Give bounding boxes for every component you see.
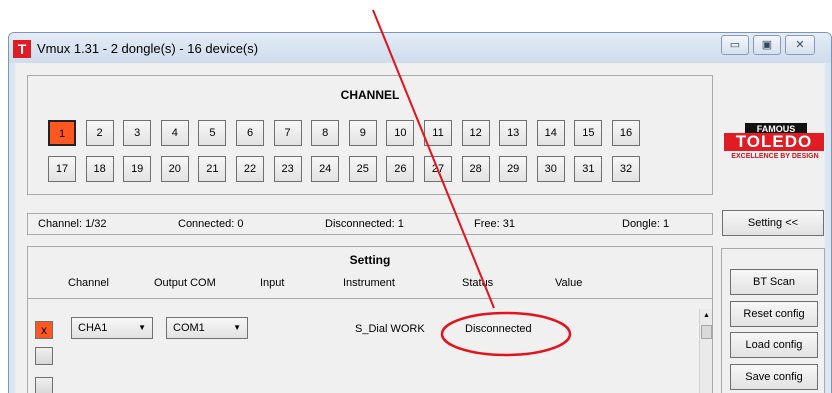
status-bar: Channel: 1/32 Connected: 0 Disconnected:… <box>27 213 713 235</box>
channel-button-11[interactable]: 11 <box>424 120 452 146</box>
channel-button-31[interactable]: 31 <box>574 156 603 182</box>
channel-button-30[interactable]: 30 <box>536 156 565 182</box>
channel-button-28[interactable]: 28 <box>461 156 490 182</box>
channel-button-25[interactable]: 25 <box>348 156 377 182</box>
channel-button-3[interactable]: 3 <box>123 120 152 146</box>
column-header-value: Value <box>555 277 583 289</box>
channel-group: CHANNEL 1 2 3 4 5 6 7 8 9 10 11 12 13 14 15 16 17 18 19 20 2… <box>27 75 713 195</box>
column-header-input: Input <box>260 277 285 289</box>
row-checkbox[interactable] <box>35 347 53 365</box>
column-header-output-com: Output COM <box>154 277 216 289</box>
channel-select[interactable]: CHA1 ▼ <box>71 317 153 339</box>
column-header-instrument: Instrument <box>343 277 395 289</box>
channel-button-10[interactable]: 10 <box>386 120 415 146</box>
channel-button-15[interactable]: 15 <box>574 120 603 146</box>
logo-brand-text: TOLEDO <box>724 133 824 151</box>
famous-toledo-logo: FAMOUS TOLEDO EXCELLENCE BY DESIGN <box>720 123 825 173</box>
close-button[interactable]: ✕ <box>785 35 815 55</box>
status-channel: Channel: 1/32 <box>38 218 107 230</box>
output-com-select[interactable]: COM1 ▼ <box>166 317 248 339</box>
channel-button-8[interactable]: 8 <box>311 120 340 146</box>
side-button-panel: BT Scan Reset config Load config Save co… <box>721 248 825 393</box>
column-header-status: Status <box>462 277 494 289</box>
channel-button-23[interactable]: 23 <box>273 156 302 182</box>
channel-button-14[interactable]: 14 <box>536 120 565 146</box>
status-cell: Disconnected <box>465 323 532 335</box>
logo-tagline: EXCELLENCE BY DESIGN <box>731 153 819 160</box>
bt-scan-button[interactable]: BT Scan <box>730 269 818 295</box>
instrument-cell: S_Dial WORK <box>355 323 425 335</box>
channel-button-22[interactable]: 22 <box>236 156 264 182</box>
channel-button-6[interactable]: 6 <box>236 120 264 146</box>
channel-select-value: CHA1 <box>78 322 108 334</box>
vertical-scrollbar[interactable]: ▲ <box>699 309 712 393</box>
reset-config-button[interactable]: Reset config <box>730 301 818 327</box>
channel-button-2[interactable]: 2 <box>85 120 114 146</box>
app-icon: T <box>13 40 31 58</box>
title-bar[interactable]: T Vmux 1.31 - 2 dongle(s) - 16 device(s)… <box>9 33 831 63</box>
channel-button-21[interactable]: 21 <box>198 156 227 182</box>
channel-button-5[interactable]: 5 <box>198 120 227 146</box>
channel-button-27[interactable]: 27 <box>424 156 452 182</box>
maximize-button[interactable]: ▣ <box>753 35 781 55</box>
status-connected: Connected: 0 <box>178 218 244 230</box>
status-disconnected: Disconnected: 1 <box>325 218 404 230</box>
channel-button-32[interactable]: 32 <box>612 156 640 182</box>
channel-button-29[interactable]: 29 <box>499 156 528 182</box>
scroll-up-icon[interactable]: ▲ <box>700 309 713 322</box>
setting-toggle-button[interactable]: Setting << <box>722 210 824 236</box>
chevron-down-icon: ▼ <box>138 323 146 332</box>
channel-button-20[interactable]: 20 <box>160 156 189 182</box>
device-rows: x CHA1 ▼ COM1 ▼ S_Dial WORK Disconnected… <box>28 298 712 393</box>
minimize-button[interactable]: ▭ <box>721 35 749 55</box>
status-dongle: Dongle: 1 <box>622 218 670 230</box>
channel-group-title: CHANNEL <box>340 88 400 102</box>
setting-group-title: Setting <box>349 253 391 267</box>
channel-button-17[interactable]: 17 <box>48 156 76 182</box>
save-config-button[interactable]: Save config <box>730 364 818 390</box>
column-header-channel: Channel <box>68 277 109 289</box>
channel-button-9[interactable]: 9 <box>348 120 377 146</box>
app-window: T Vmux 1.31 - 2 dongle(s) - 16 device(s)… <box>8 32 832 393</box>
row-checkbox[interactable]: x <box>35 321 53 339</box>
channel-button-19[interactable]: 19 <box>123 156 152 182</box>
channel-button-16[interactable]: 16 <box>612 120 640 146</box>
channel-button-1[interactable]: 1 <box>48 120 76 146</box>
channel-button-4[interactable]: 4 <box>160 120 189 146</box>
window-title: Vmux 1.31 - 2 dongle(s) - 16 device(s) <box>37 41 259 56</box>
channel-button-7[interactable]: 7 <box>273 120 302 146</box>
channel-button-26[interactable]: 26 <box>386 156 415 182</box>
load-config-button[interactable]: Load config <box>730 332 818 358</box>
row-checkbox[interactable] <box>35 377 53 393</box>
status-free: Free: 31 <box>474 218 515 230</box>
scroll-thumb[interactable] <box>701 325 712 339</box>
client-area: CHANNEL 1 2 3 4 5 6 7 8 9 10 11 12 13 14 15 16 17 18 19 20 2… <box>15 63 825 393</box>
channel-button-12[interactable]: 12 <box>461 120 490 146</box>
channel-button-24[interactable]: 24 <box>311 156 340 182</box>
channel-button-18[interactable]: 18 <box>85 156 114 182</box>
setting-group: Setting Channel Output COM Input Instrum… <box>27 246 713 393</box>
chevron-down-icon: ▼ <box>233 323 241 332</box>
channel-button-13[interactable]: 13 <box>499 120 528 146</box>
output-com-select-value: COM1 <box>173 322 205 334</box>
